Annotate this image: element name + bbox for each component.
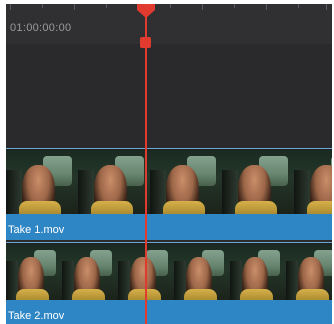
video-track-1[interactable]: Take 2.mov — [6, 242, 332, 324]
video-thumbnail — [78, 150, 150, 216]
video-thumbnail — [150, 150, 222, 216]
ruler-tick — [298, 4, 299, 8]
timeline-ruler[interactable]: 01:00:00:00 — [6, 4, 332, 44]
clip-take-1[interactable]: Take 1.mov — [6, 148, 332, 240]
clip-thumbnails — [6, 244, 332, 302]
playhead-handle-icon[interactable] — [137, 4, 155, 18]
clip-take-2[interactable]: Take 2.mov — [6, 242, 332, 324]
ruler-tick — [42, 4, 43, 8]
ruler-tick — [234, 4, 235, 8]
ruler-tick — [202, 4, 203, 10]
video-thumbnail — [6, 150, 78, 216]
playhead-marker[interactable] — [140, 37, 151, 48]
timecode-label: 01:00:00:00 — [10, 22, 72, 34]
ruler-tick — [170, 4, 171, 8]
ruler-tick — [106, 4, 107, 8]
clip-label-bar: Take 2.mov — [6, 300, 332, 324]
video-thumbnail — [6, 244, 62, 302]
video-thumbnail — [294, 150, 332, 216]
ruler-tick — [10, 4, 11, 10]
video-thumbnail — [174, 244, 230, 302]
timeline-panel[interactable]: 01:00:00:00 Take 1.mov Take 2.mov — [6, 4, 332, 324]
clip-name: Take 1.mov — [8, 224, 65, 236]
playhead-line[interactable] — [145, 4, 147, 324]
video-thumbnail — [222, 150, 294, 216]
video-thumbnail — [62, 244, 118, 302]
clip-thumbnails — [6, 150, 332, 216]
video-track-2[interactable]: Take 1.mov — [6, 148, 332, 240]
clip-label-bar: Take 1.mov — [6, 214, 332, 240]
ruler-tick — [326, 4, 327, 10]
video-thumbnail — [286, 244, 332, 302]
video-thumbnail — [230, 244, 286, 302]
ruler-tick — [266, 4, 267, 10]
clip-name: Take 2.mov — [8, 310, 65, 322]
ruler-tick — [74, 4, 75, 10]
empty-track-area[interactable] — [6, 44, 332, 148]
